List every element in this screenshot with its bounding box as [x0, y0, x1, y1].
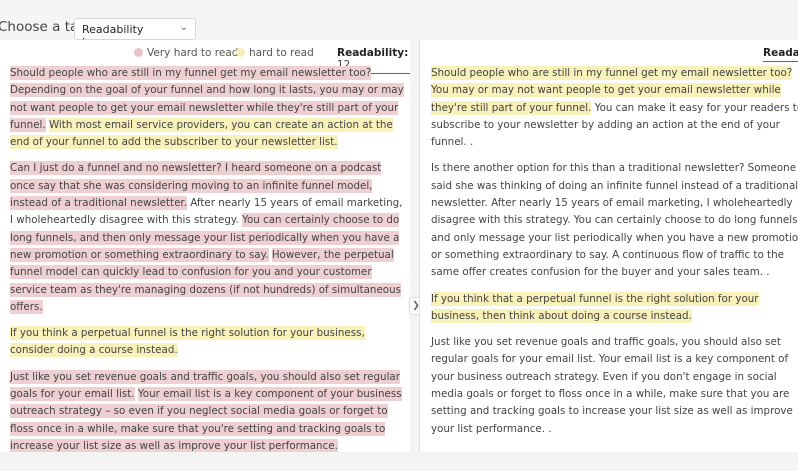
readability-label: Readability: [337, 47, 409, 59]
rewritten-paragraph: Just like you set revenue goals and traf… [431, 334, 798, 438]
readability-label-right: Readab [763, 47, 798, 59]
legend-hard-label: hard to read [249, 47, 314, 59]
rewritten-text-body[interactable]: Should people who are still in my funnel… [431, 65, 798, 447]
rewritten-paragraph: If you think that a perpetual funnel is … [431, 291, 798, 326]
original-text-panel: Very hard to read hard to read Readabili… [0, 40, 410, 452]
text-segment: Just like you set revenue goals and traf… [431, 336, 793, 435]
original-paragraph: Can I just do a funnel and no newsletter… [10, 160, 407, 316]
bottom-strip [0, 452, 798, 471]
rewritten-paragraph: Should people who are still in my funnel… [431, 65, 798, 151]
original-text-body[interactable]: Should people who are still in my funnel… [10, 65, 407, 452]
text-segment: Is there another option for this than a … [431, 162, 798, 279]
legend-very-hard-label: Very hard to read [147, 47, 239, 59]
task-select-dropdown[interactable]: Readability improver ⌄ [74, 18, 196, 49]
legend-very-hard: Very hard to read [134, 47, 238, 59]
rewritten-paragraph: Is there another option for this than a … [431, 160, 798, 281]
very-hard-dot-icon [134, 48, 143, 57]
highlight-yellow: If you think a perpetual funnel is the r… [10, 326, 365, 358]
highlight-yellow: With most email service providers, you c… [10, 117, 393, 150]
legend-hard: hard to read [236, 47, 314, 59]
hard-dot-icon [236, 48, 245, 57]
original-paragraph: If you think a perpetual funnel is the r… [10, 325, 407, 360]
original-paragraph: Should people who are still in my funnel… [10, 65, 407, 151]
original-paragraph: Just like you set revenue goals and traf… [10, 369, 407, 452]
chevron-down-icon: ⌄ [179, 22, 188, 33]
toolbar: Choose a task Readability improver ⌄ [0, 0, 798, 49]
highlight-yellow: If you think that a perpetual funnel is … [431, 291, 759, 323]
rewritten-text-panel: Readab Should people who are still in my… [419, 40, 798, 452]
readability-score-right[interactable]: Readab [763, 47, 798, 62]
